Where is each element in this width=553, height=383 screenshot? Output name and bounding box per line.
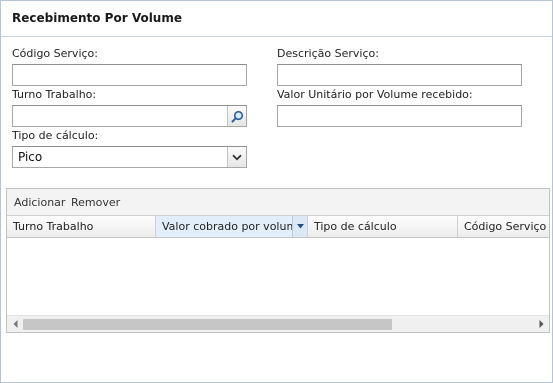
turno-trabalho-label: Turno Trabalho: — [12, 88, 97, 101]
panel-header: Recebimento Por Volume — [1, 1, 552, 37]
tipo-calculo-select[interactable]: Pico — [12, 146, 247, 168]
turno-trabalho-input[interactable] — [13, 106, 227, 126]
scroll-right-button[interactable] — [534, 316, 548, 332]
codigo-servico-field[interactable] — [12, 64, 247, 86]
panel-title: Recebimento Por Volume — [12, 11, 182, 25]
descricao-servico-input[interactable] — [278, 65, 521, 85]
turno-trabalho-field[interactable] — [12, 105, 247, 127]
column-header-codigo-servico[interactable]: Código Serviço — [458, 216, 549, 237]
column-label: Turno Trabalho — [13, 220, 94, 233]
grid-body — [7, 238, 549, 315]
column-label: Valor cobrado por volume — [162, 220, 304, 233]
column-header-valor-cobrado[interactable]: Valor cobrado por volume — [156, 216, 308, 237]
column-label: Código Serviço — [464, 220, 547, 233]
valor-unitario-field[interactable] — [277, 105, 522, 127]
column-header-turno-trabalho[interactable]: Turno Trabalho — [7, 216, 156, 237]
search-icon — [231, 110, 243, 122]
column-label: Tipo de cálculo — [314, 220, 397, 233]
turno-trabalho-search-button[interactable] — [227, 106, 246, 126]
descricao-servico-field[interactable] — [277, 64, 522, 86]
arrow-right-icon — [539, 320, 543, 328]
add-button[interactable]: Adicionar — [14, 196, 65, 209]
arrow-left-icon — [13, 320, 17, 328]
chevron-down-icon — [232, 154, 242, 160]
tipo-calculo-label: Tipo de cálculo: — [12, 129, 99, 142]
grid-header: Turno Trabalho Valor cobrado por volume … — [7, 216, 549, 238]
tipo-calculo-value: Pico — [18, 150, 43, 164]
recebimento-panel: Recebimento Por Volume Código Serviço: D… — [0, 0, 553, 383]
valor-unitario-input[interactable] — [278, 106, 521, 126]
column-header-tipo-calculo[interactable]: Tipo de cálculo — [308, 216, 458, 237]
grid-toolbar: Adicionar Remover — [7, 189, 549, 216]
valor-unitario-label: Valor Unitário por Volume recebido: — [277, 88, 473, 101]
column-menu-trigger[interactable] — [292, 216, 307, 237]
remove-button[interactable]: Remover — [71, 196, 120, 209]
descricao-servico-label: Descrição Serviço: — [277, 47, 379, 60]
codigo-servico-input[interactable] — [13, 65, 246, 85]
tipo-calculo-dropdown-button[interactable] — [227, 147, 246, 167]
horizontal-scrollbar[interactable] — [7, 315, 549, 332]
codigo-servico-label: Código Serviço: — [12, 47, 98, 60]
scroll-thumb[interactable] — [23, 319, 392, 330]
volume-grid: Adicionar Remover Turno Trabalho Valor c… — [6, 188, 550, 333]
scroll-left-button[interactable] — [8, 316, 22, 332]
sort-down-icon — [296, 224, 304, 229]
